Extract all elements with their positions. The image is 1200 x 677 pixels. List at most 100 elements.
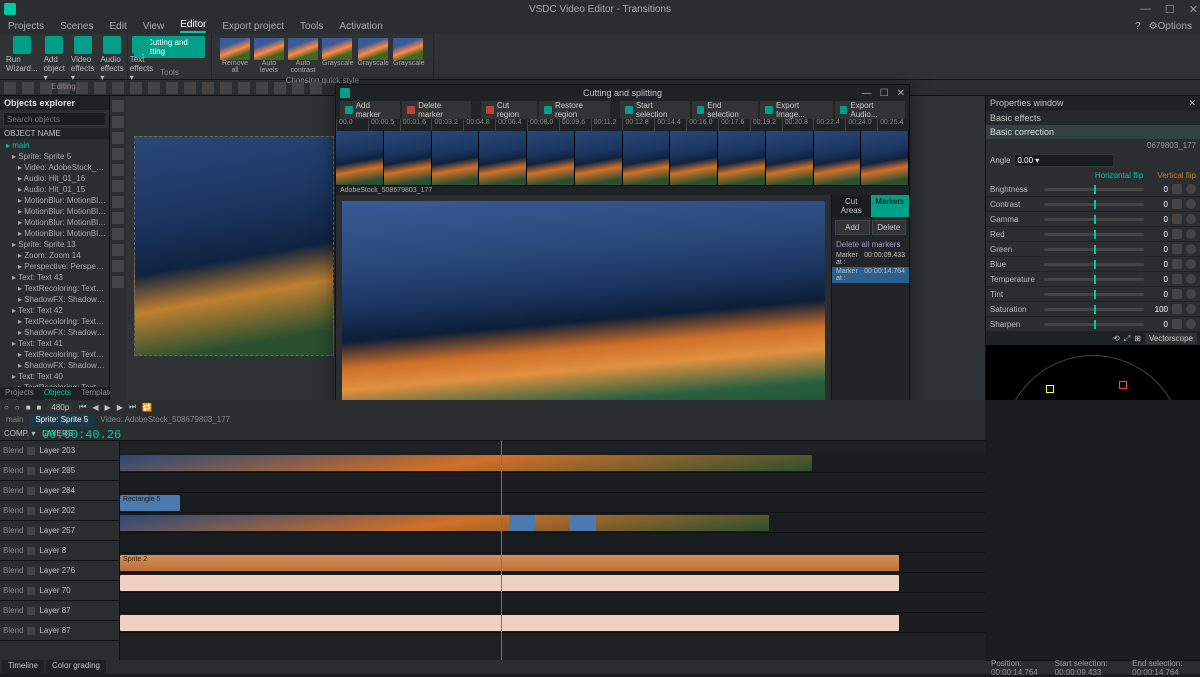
layer-row[interactable]: BlendLayer 203	[0, 441, 119, 461]
menu-edit[interactable]: Edit	[109, 21, 126, 32]
layer-row[interactable]: BlendLayer 276	[0, 561, 119, 581]
tree-node[interactable]: ▸ ShadowFX: ShadowFX 43	[2, 294, 107, 305]
tl-btn-4[interactable]: ■	[37, 403, 42, 412]
ts-btn-18[interactable]	[310, 82, 322, 94]
menu-scenes[interactable]: Scenes	[60, 21, 93, 32]
scope-btn-3[interactable]: ⊞	[1134, 334, 1141, 343]
prop-reset-icon[interactable]	[1186, 259, 1196, 269]
vt-chart-icon[interactable]	[112, 196, 124, 208]
tree-node[interactable]: ▸ TextRecoloring: TextRecoloring	[2, 283, 107, 294]
dialog-filmstrip[interactable]	[336, 131, 909, 186]
tree-node[interactable]: ▸ TextRecoloring: TextRecoloring	[2, 349, 107, 360]
timeline-tracks[interactable]: Rectangle 5 Sprite 2	[120, 441, 985, 660]
prop-keyframe-icon[interactable]	[1172, 304, 1182, 314]
layer-toggle[interactable]	[27, 447, 35, 455]
menu-activation[interactable]: Activation	[339, 21, 382, 32]
tree-node[interactable]: ▸ Audio: Hit_01_16	[2, 173, 107, 184]
vt-rect-icon[interactable]	[112, 116, 124, 128]
run-wizard-button[interactable]: Run Wizard...	[6, 36, 38, 82]
playhead[interactable]	[501, 441, 502, 660]
style-auto-levels[interactable]: Auto levels	[254, 38, 284, 74]
layer-row[interactable]: BlendLayer 285	[0, 461, 119, 481]
video-clip[interactable]	[120, 455, 812, 471]
menu-editor[interactable]: Editor	[180, 19, 206, 33]
vt-pointer-icon[interactable]	[112, 100, 124, 112]
layer-toggle[interactable]	[27, 487, 35, 495]
ts-btn-15[interactable]	[256, 82, 268, 94]
prop-slider[interactable]	[1044, 233, 1144, 236]
cut-areas-tab[interactable]: Cut Areas	[832, 195, 871, 217]
layer-row[interactable]: BlendLayer 202	[0, 501, 119, 521]
prop-keyframe-icon[interactable]	[1172, 259, 1182, 269]
layer-row[interactable]: BlendLayer 8	[0, 541, 119, 561]
tl-btn-1[interactable]: ○	[4, 403, 9, 412]
text-effects-button[interactable]: Text effects ▾	[130, 36, 153, 82]
layer-row[interactable]: BlendLayer 87	[0, 621, 119, 641]
tree-node[interactable]: ▸ ShadowFX: ShadowFX 42	[2, 327, 107, 338]
prop-slider[interactable]	[1044, 188, 1144, 191]
layer-toggle[interactable]	[27, 627, 35, 635]
prop-keyframe-icon[interactable]	[1172, 184, 1182, 194]
prop-reset-icon[interactable]	[1186, 244, 1196, 254]
vt-line-icon[interactable]	[112, 148, 124, 160]
prop-reset-icon[interactable]	[1186, 304, 1196, 314]
tree-node[interactable]: ▸ MotionBlur: MotionBlur 14	[2, 217, 107, 228]
restore-region-button[interactable]: Restore region	[539, 100, 610, 120]
horizontal-flip-checkbox[interactable]: Horizontal flip	[1095, 171, 1143, 180]
style-grayscale-2[interactable]: Grayscale	[358, 38, 390, 74]
delete-marker-button[interactable]: Delete marker	[402, 100, 471, 120]
tl-loop[interactable]: 🔁	[142, 403, 152, 412]
export-audio-button[interactable]: Export Audio...	[835, 100, 905, 120]
vt-anim-icon[interactable]	[112, 260, 124, 272]
tl-skip-start[interactable]: ⏮	[79, 402, 86, 412]
tree-node[interactable]: ▸ Sprite: Sprite 5	[2, 151, 107, 162]
tree-node[interactable]: ▸ Text: Text 42	[2, 305, 107, 316]
window-close-button[interactable]: ✕	[1189, 3, 1198, 16]
scope-btn-2[interactable]: ⤢	[1124, 334, 1130, 344]
tree-node[interactable]: ▸ MotionBlur: MotionBlur 16	[2, 195, 107, 206]
end-selection-button[interactable]: End selection	[692, 100, 759, 120]
ts-btn-14[interactable]	[238, 82, 250, 94]
layer-row[interactable]: BlendLayer 257	[0, 521, 119, 541]
tl-tab-video[interactable]: Video: AdobeStock_508679803_177	[94, 414, 236, 427]
comp-dropdown[interactable]: COMP. ▾	[4, 429, 35, 438]
tab-objects-explorer[interactable]: Objects exp...	[39, 387, 76, 400]
prop-reset-icon[interactable]	[1186, 214, 1196, 224]
prop-keyframe-icon[interactable]	[1172, 274, 1182, 284]
menu-tools[interactable]: Tools	[300, 21, 323, 32]
tree-node[interactable]: ▸ Video: AdobeStock_124972356_1...	[2, 162, 107, 173]
vt-image-icon[interactable]	[112, 180, 124, 192]
tree-node[interactable]: ▸ MotionBlur: MotionBlur 12	[2, 228, 107, 239]
rectangle-clip[interactable]: Rectangle 5	[120, 495, 180, 511]
search-objects-input[interactable]	[3, 112, 106, 126]
menu-view[interactable]: View	[143, 21, 165, 32]
prop-slider[interactable]	[1044, 308, 1144, 311]
prop-reset-icon[interactable]	[1186, 274, 1196, 284]
window-maximize-button[interactable]: ☐	[1165, 3, 1175, 16]
ts-btn-16[interactable]	[274, 82, 286, 94]
tree-node[interactable]: ▸ TextRecoloring: TextRecoloring	[2, 316, 107, 327]
help-button[interactable]: ?	[1135, 21, 1141, 32]
vt-audio-icon[interactable]	[112, 212, 124, 224]
ts-btn-12[interactable]	[202, 82, 214, 94]
vectorscope-label[interactable]: Vectorscope	[1145, 333, 1197, 344]
layer-toggle[interactable]	[27, 587, 35, 595]
prop-reset-icon[interactable]	[1186, 184, 1196, 194]
prop-slider[interactable]	[1044, 278, 1144, 281]
vt-video-icon[interactable]	[112, 228, 124, 240]
layer-toggle[interactable]	[27, 547, 35, 555]
vt-text-icon[interactable]	[112, 164, 124, 176]
properties-close-icon[interactable]: ✕	[1188, 98, 1196, 109]
prop-slider[interactable]	[1044, 248, 1144, 251]
ts-btn-9[interactable]	[148, 82, 160, 94]
prop-reset-icon[interactable]	[1186, 289, 1196, 299]
bottom-tab-timeline[interactable]: Timeline	[2, 660, 44, 674]
prop-keyframe-icon[interactable]	[1172, 229, 1182, 239]
layer-toggle[interactable]	[27, 607, 35, 615]
video-effects-button[interactable]: Video effects ▾	[71, 36, 94, 82]
audio-effects-button[interactable]: Audio effects ▾	[100, 36, 123, 82]
style-grayscale-1[interactable]: Grayscale	[322, 38, 354, 74]
tree-node[interactable]: ▸ main	[2, 140, 107, 151]
layer-toggle[interactable]	[27, 527, 35, 535]
resolution-selector[interactable]: 480p	[47, 403, 73, 412]
